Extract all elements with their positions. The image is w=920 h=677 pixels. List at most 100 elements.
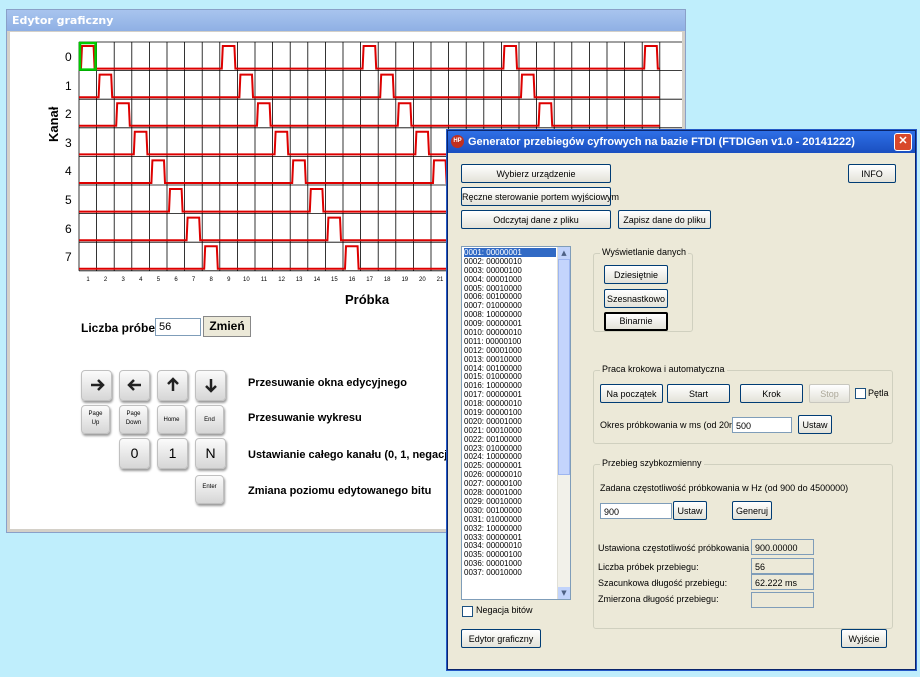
sample-label: 5 <box>156 276 161 283</box>
list-item[interactable]: 0035: 00000100 <box>464 550 556 559</box>
one-key[interactable]: 1 <box>157 438 188 469</box>
sample-label: 4 <box>139 276 143 283</box>
list-item[interactable]: 0021: 00010000 <box>464 426 556 435</box>
sample-label: 18 <box>383 276 391 283</box>
channel-signal-trace <box>79 45 660 70</box>
set-period-button[interactable]: Ustaw <box>798 415 832 434</box>
list-item[interactable]: 0025: 00000001 <box>464 461 556 470</box>
list-item[interactable]: 0012: 00001000 <box>464 346 556 355</box>
loop-checkbox[interactable] <box>855 388 866 399</box>
list-item[interactable]: 0014: 00100000 <box>464 364 556 373</box>
end-key[interactable]: End <box>195 405 224 434</box>
app-icon: HP <box>451 135 464 148</box>
measured-label: Zmierzona długość przebiegu: <box>598 594 719 604</box>
list-item[interactable]: 0032: 10000000 <box>464 524 556 533</box>
list-item[interactable]: 0015: 01000000 <box>464 372 556 382</box>
manual-port-button[interactable]: Ręczne sterowanie portem wyjściowym <box>461 187 619 206</box>
list-item[interactable]: 0010: 00000010 <box>464 328 556 337</box>
right-arrow-key[interactable] <box>81 370 112 401</box>
list-item[interactable]: 0011: 00000100 <box>464 337 556 346</box>
count-value: 56 <box>751 558 814 574</box>
save-file-button[interactable]: Zapisz dane do pliku <box>618 210 711 229</box>
generate-button[interactable]: Generuj <box>732 501 772 520</box>
up-arrow-key[interactable] <box>157 370 188 401</box>
list-item[interactable]: 0007: 01000000 <box>464 301 556 310</box>
list-item[interactable]: 0036: 00001000 <box>464 559 556 568</box>
list-item[interactable]: 0013: 00010000 <box>464 355 556 364</box>
decimal-button[interactable]: Dziesiętnie <box>604 265 668 284</box>
list-item[interactable]: 0030: 00100000 <box>464 506 556 515</box>
list-item[interactable]: 0023: 01000000 <box>464 444 556 453</box>
page-up-key[interactable]: Page Up <box>81 405 110 434</box>
exit-button[interactable]: Wyjście <box>841 629 887 648</box>
list-item[interactable]: 0002: 00000010 <box>464 257 556 266</box>
hex-button[interactable]: Szesnastkowo <box>604 289 668 308</box>
negate-bits-checkbox[interactable] <box>462 606 473 617</box>
binary-button[interactable]: Binarnie <box>604 312 668 331</box>
list-item[interactable]: 0017: 00000001 <box>464 390 556 399</box>
sample-label: 15 <box>331 276 338 283</box>
left-arrow-key[interactable] <box>119 370 150 401</box>
list-item[interactable]: 0028: 00001000 <box>464 488 556 497</box>
graph-editor-button[interactable]: Edytor graficzny <box>461 629 541 648</box>
start-button[interactable]: Start <box>667 384 730 403</box>
list-item[interactable]: 0020: 00001000 <box>464 417 556 426</box>
set-freq-button[interactable]: Ustaw <box>673 501 707 520</box>
samples-input[interactable]: 56 <box>155 318 201 336</box>
list-item[interactable]: 0034: 00000010 <box>464 541 556 550</box>
loop-label: Pętla <box>868 388 889 398</box>
list-item[interactable]: 0006: 00100000 <box>464 292 556 302</box>
scroll-up-icon[interactable]: ▲ <box>558 247 570 259</box>
change-samples-button[interactable]: Zmień <box>203 316 251 337</box>
sample-label: 11 <box>260 276 268 283</box>
home-key[interactable]: Home <box>157 405 186 434</box>
down-arrow-icon <box>204 379 217 393</box>
list-item[interactable]: 0018: 00000010 <box>464 399 556 408</box>
page-down-key[interactable]: Page Down <box>119 405 148 434</box>
negate-key[interactable]: N <box>195 438 226 469</box>
sample-label: 7 <box>191 276 196 283</box>
step-group-title: Praca krokowa i automatyczna <box>600 364 727 374</box>
list-item[interactable]: 0031: 01000000 <box>464 515 556 524</box>
x-axis-title: Próbka <box>345 292 390 307</box>
down-arrow-key[interactable] <box>195 370 226 401</box>
list-item[interactable]: 0008: 10000000 <box>464 310 556 319</box>
count-label: Liczba próbek przebiegu: <box>598 562 699 572</box>
list-item[interactable]: 0019: 00000100 <box>464 408 556 417</box>
scroll-thumb[interactable] <box>558 259 570 475</box>
beginning-button[interactable]: Na początek <box>600 384 663 403</box>
channel-label: 4 <box>65 164 72 179</box>
left-arrow-icon <box>126 379 141 391</box>
channel-signal-trace <box>79 102 660 127</box>
list-item[interactable]: 0004: 00001000 <box>464 275 556 284</box>
list-item[interactable]: 0001: 00000001 <box>464 248 556 257</box>
read-file-button[interactable]: Odczytaj dane z pliku <box>461 210 611 229</box>
data-list[interactable]: 0001: 00000001 0002: 00000010 0003: 000001… <box>461 246 571 600</box>
scroll-down-icon[interactable]: ▼ <box>558 587 570 599</box>
select-device-button[interactable]: Wybierz urządzenie <box>461 164 611 183</box>
generator-window: HP Generator przebiegów cyfrowych na baz… <box>447 130 916 670</box>
sample-label: 20 <box>419 276 426 283</box>
period-input[interactable]: 500 <box>732 417 792 433</box>
sample-label: 8 <box>209 276 213 283</box>
list-item[interactable]: 0003: 00000100 <box>464 266 556 275</box>
list-item[interactable]: 0016: 10000000 <box>464 381 556 390</box>
approx-value: 62.222 ms <box>751 574 814 590</box>
list-item[interactable]: 0033: 00000001 <box>464 533 556 542</box>
list-item[interactable]: 0022: 00100000 <box>464 435 556 444</box>
enter-key[interactable]: Enter <box>195 475 224 504</box>
list-item[interactable]: 0026: 00000010 <box>464 470 556 479</box>
zero-key[interactable]: 0 <box>119 438 150 469</box>
info-button[interactable]: INFO <box>848 164 896 183</box>
stop-button[interactable]: Stop <box>809 384 850 403</box>
close-icon[interactable]: ✕ <box>894 133 912 151</box>
list-item[interactable]: 0029: 00010000 <box>464 497 556 506</box>
freq-input[interactable]: 900 <box>600 503 672 519</box>
list-item[interactable]: 0009: 00000001 <box>464 319 556 328</box>
list-item[interactable]: 0037: 00010000 <box>464 568 556 577</box>
step-button[interactable]: Krok <box>740 384 803 403</box>
list-scrollbar[interactable]: ▲ ▼ <box>557 247 570 599</box>
list-item[interactable]: 0024: 10000000 <box>464 452 556 462</box>
list-item[interactable]: 0027: 00000100 <box>464 479 556 488</box>
list-item[interactable]: 0005: 00010000 <box>464 284 556 293</box>
